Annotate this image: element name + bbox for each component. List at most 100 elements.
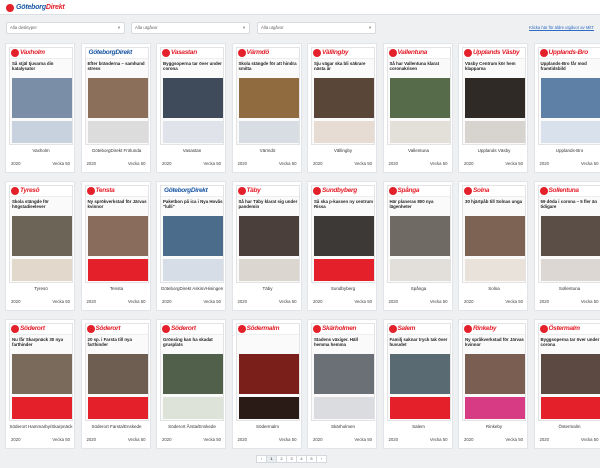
- edition-card[interactable]: Östermalm Byggsoperna tar över under coro…: [533, 319, 600, 449]
- mitt-logo-icon: [237, 49, 246, 57]
- filter-bar: Alla desktyper ▼ Alla utgåvor ▼ Alla utgåv…: [0, 22, 600, 34]
- edition-week: Vecka 50: [127, 161, 146, 166]
- edition-card[interactable]: GöteborgDirekt Efter bränderna – samhund …: [80, 43, 151, 173]
- edition-week: Vecka 50: [127, 437, 146, 442]
- edition-cover[interactable]: Söderort 20 sp. i Farsta till nya farthin…: [84, 323, 149, 421]
- edition-card[interactable]: Salem Familj saknar tryck tak över huvude…: [382, 319, 453, 449]
- edition-week: Vecka 50: [354, 299, 372, 304]
- edition-cover[interactable]: Södermalm: [235, 323, 300, 421]
- cover-masthead: Vällingby: [312, 48, 374, 59]
- edition-card[interactable]: GöteborgDirekt Paketbon på ica i Nya Hovå…: [156, 181, 226, 311]
- edition-card[interactable]: Tyresö Skola stängde för högstadieelever T…: [5, 181, 75, 311]
- edition-cover[interactable]: Vasastan Byggsoperna tar över under coron…: [160, 47, 224, 145]
- cover-masthead-title: Tyresö: [20, 187, 40, 194]
- edition-name[interactable]: Söderort Årsta/Enskede: [159, 424, 225, 429]
- cover-masthead: Söderort: [10, 324, 72, 335]
- edition-card[interactable]: Upplands-Bro Upplands-Bro får mod framtid…: [533, 43, 600, 173]
- edition-cover[interactable]: Salem Familj saknar tryck tak över huvude…: [386, 323, 451, 421]
- edition-cover[interactable]: Vällingby Sju vägar ska bli säkrare nästa…: [311, 47, 375, 145]
- edition-cover[interactable]: Söderort Nu får Skarpnäck 30 nya farthind…: [9, 323, 73, 421]
- older-editions-link[interactable]: Klicka här för äldre utgåvor av MitT: [529, 25, 594, 30]
- edition-cover[interactable]: Upplands-Bro Upplands-Bro får mod framtid…: [537, 47, 600, 145]
- edition-card[interactable]: Södermalm Södermalm 2020 Vecka 50: [231, 319, 302, 449]
- edition-name[interactable]: Sundbyberg: [310, 286, 376, 291]
- cover-ad: [314, 397, 374, 419]
- edition-cover[interactable]: Östermalm Byggsoperna tar över under coro…: [537, 323, 600, 421]
- edition-card[interactable]: Värmdö Skola stängde för att hindra smitt…: [231, 43, 302, 173]
- edition-cover[interactable]: Upplands Väsby Väsby Centrum kör hem klap…: [462, 47, 526, 145]
- desk-type-select[interactable]: Alla desktyper ▼: [6, 22, 125, 34]
- edition-cover[interactable]: Spånga Här planeras 800 nya lägenheter: [386, 185, 451, 283]
- edition-cover[interactable]: Sundbyberg Så ska p-kassen ny centrum Ris…: [311, 185, 375, 283]
- edition-name[interactable]: Salem: [386, 424, 452, 429]
- edition-name[interactable]: GöteborgDirekt Askim/Hisingen: [159, 286, 225, 291]
- edition-name[interactable]: Spånga: [386, 286, 452, 291]
- edition-select[interactable]: Alla utgåvor ▼: [257, 22, 376, 34]
- edition-cover[interactable]: Tensta Ny sprökverkstad för Järvas kvinno…: [84, 185, 149, 283]
- year-select[interactable]: Alla utgåvor ▼: [131, 22, 250, 34]
- edition-week: Vecka 50: [127, 299, 146, 304]
- edition-card[interactable]: Upplands Väsby Väsby Centrum kör hem klap…: [458, 43, 528, 173]
- edition-cover[interactable]: Vallentuna Så har Vallentuna klarat coron…: [386, 47, 451, 145]
- edition-card[interactable]: Skärholmen Stadens växiger. Häll hemma he…: [307, 319, 377, 449]
- edition-card[interactable]: Söderort Grönsing kan ha skadat grusplats…: [156, 319, 226, 449]
- next-page-button[interactable]: ›: [316, 455, 327, 463]
- cover-masthead-title: Rinkeby: [473, 325, 497, 332]
- edition-name[interactable]: GöteborgDirekt Frölunda: [84, 148, 150, 153]
- edition-card[interactable]: Vaxholm Så stjäl tjuvarna din katalysator…: [5, 43, 75, 173]
- edition-cover[interactable]: GöteborgDirekt Efter bränderna – samhund …: [84, 47, 149, 145]
- edition-week: Vecka 50: [52, 161, 70, 166]
- edition-name[interactable]: Söderort Hammarby/Skarpnäck: [8, 424, 74, 429]
- edition-name[interactable]: Vasastan: [159, 148, 225, 153]
- edition-name[interactable]: Vaxholm: [8, 148, 74, 153]
- edition-cover[interactable]: Söderort Grönsing kan ha skadat grusplats: [160, 323, 224, 421]
- edition-card[interactable]: Rinkeby Ny språkverkstad för Järvas kvinn…: [458, 319, 528, 449]
- edition-name[interactable]: Södermalm: [235, 424, 301, 429]
- edition-name[interactable]: Tyresö: [8, 286, 74, 291]
- edition-cover[interactable]: Skärholmen Stadens växiger. Häll hemma he…: [311, 323, 375, 421]
- edition-cover[interactable]: Sollentuna 59 döda i corona – 5 fler än t…: [537, 185, 600, 283]
- edition-name[interactable]: Rinkeby: [461, 424, 527, 429]
- edition-card[interactable]: Spånga Här planeras 800 nya lägenheter Spå…: [382, 181, 453, 311]
- edition-name[interactable]: Tensta: [84, 286, 150, 291]
- edition-cover[interactable]: Täby Så har Täby klarat sig under pandemi…: [235, 185, 300, 283]
- edition-card[interactable]: Sollentuna 59 döda i corona – 5 fler än t…: [533, 181, 600, 311]
- edition-name[interactable]: Sollentuna: [537, 286, 600, 291]
- edition-card[interactable]: Vallentuna Så har Vallentuna klarat coron…: [382, 43, 453, 173]
- edition-card[interactable]: Vällingby Sju vägar ska bli säkrare nästa…: [307, 43, 377, 173]
- edition-name[interactable]: Söderort Farsta/Enskede: [84, 424, 150, 429]
- edition-name[interactable]: Värmdö: [235, 148, 301, 153]
- edition-name[interactable]: Solna: [461, 286, 527, 291]
- edition-card[interactable]: Tensta Ny sprökverkstad för Järvas kvinno…: [80, 181, 151, 311]
- edition-name[interactable]: Upplands Väsby: [461, 148, 527, 153]
- cover-photo: [163, 354, 223, 394]
- edition-name[interactable]: Vällingby: [310, 148, 376, 153]
- edition-name[interactable]: Östermalm: [537, 424, 600, 429]
- edition-week: Vecka 50: [580, 161, 599, 166]
- edition-cover[interactable]: Värmdö Skola stängde för att hindra smitt…: [235, 47, 300, 145]
- cover-masthead-title: Sollentuna: [548, 187, 580, 194]
- edition-cover[interactable]: Tyresö Skola stängde för högstadieelever: [9, 185, 73, 283]
- cover-masthead: Söderort: [161, 324, 223, 335]
- site-logo[interactable]: GöteborgDirekt: [6, 3, 65, 12]
- edition-card[interactable]: Söderort Nu får Skarpnäck 30 nya farthind…: [5, 319, 75, 449]
- edition-card[interactable]: Solna 30 hjärtpåb till Solnas unga Solna 20…: [458, 181, 528, 311]
- edition-card[interactable]: Vasastan Byggsoperna tar över under coron…: [156, 43, 226, 173]
- edition-week: Vecka 50: [429, 299, 448, 304]
- edition-card[interactable]: Sundbyberg Så ska p-kassen ny centrum Ris…: [307, 181, 377, 311]
- edition-name[interactable]: Skärholmen: [310, 424, 376, 429]
- edition-name[interactable]: Vallentuna: [386, 148, 452, 153]
- edition-card[interactable]: Täby Så har Täby klarat sig under pandemi…: [231, 181, 302, 311]
- edition-cover[interactable]: Solna 30 hjärtpåb till Solnas unga: [462, 185, 526, 283]
- cover-headline: 30 hjärtpåb till Solnas unga: [465, 199, 523, 204]
- edition-cover[interactable]: Rinkeby Ny språkverkstad för Järvas kvinn…: [462, 323, 526, 421]
- edition-cover[interactable]: Vaxholm Så stjäl tjuvarna din katalysator: [9, 47, 73, 145]
- edition-name[interactable]: Upplands-Bro: [537, 148, 600, 153]
- chevron-down-icon: ▼: [117, 25, 121, 30]
- edition-card[interactable]: Söderort 20 sp. i Farsta till nya farthin…: [80, 319, 151, 449]
- edition-year: 2020: [388, 161, 399, 166]
- cover-masthead: Vasastan: [161, 48, 223, 59]
- edition-name[interactable]: Täby: [235, 286, 301, 291]
- edition-cover[interactable]: GöteborgDirekt Paketbon på ica i Nya Hovå…: [160, 185, 224, 283]
- cover-masthead-title: Vallentuna: [397, 49, 428, 56]
